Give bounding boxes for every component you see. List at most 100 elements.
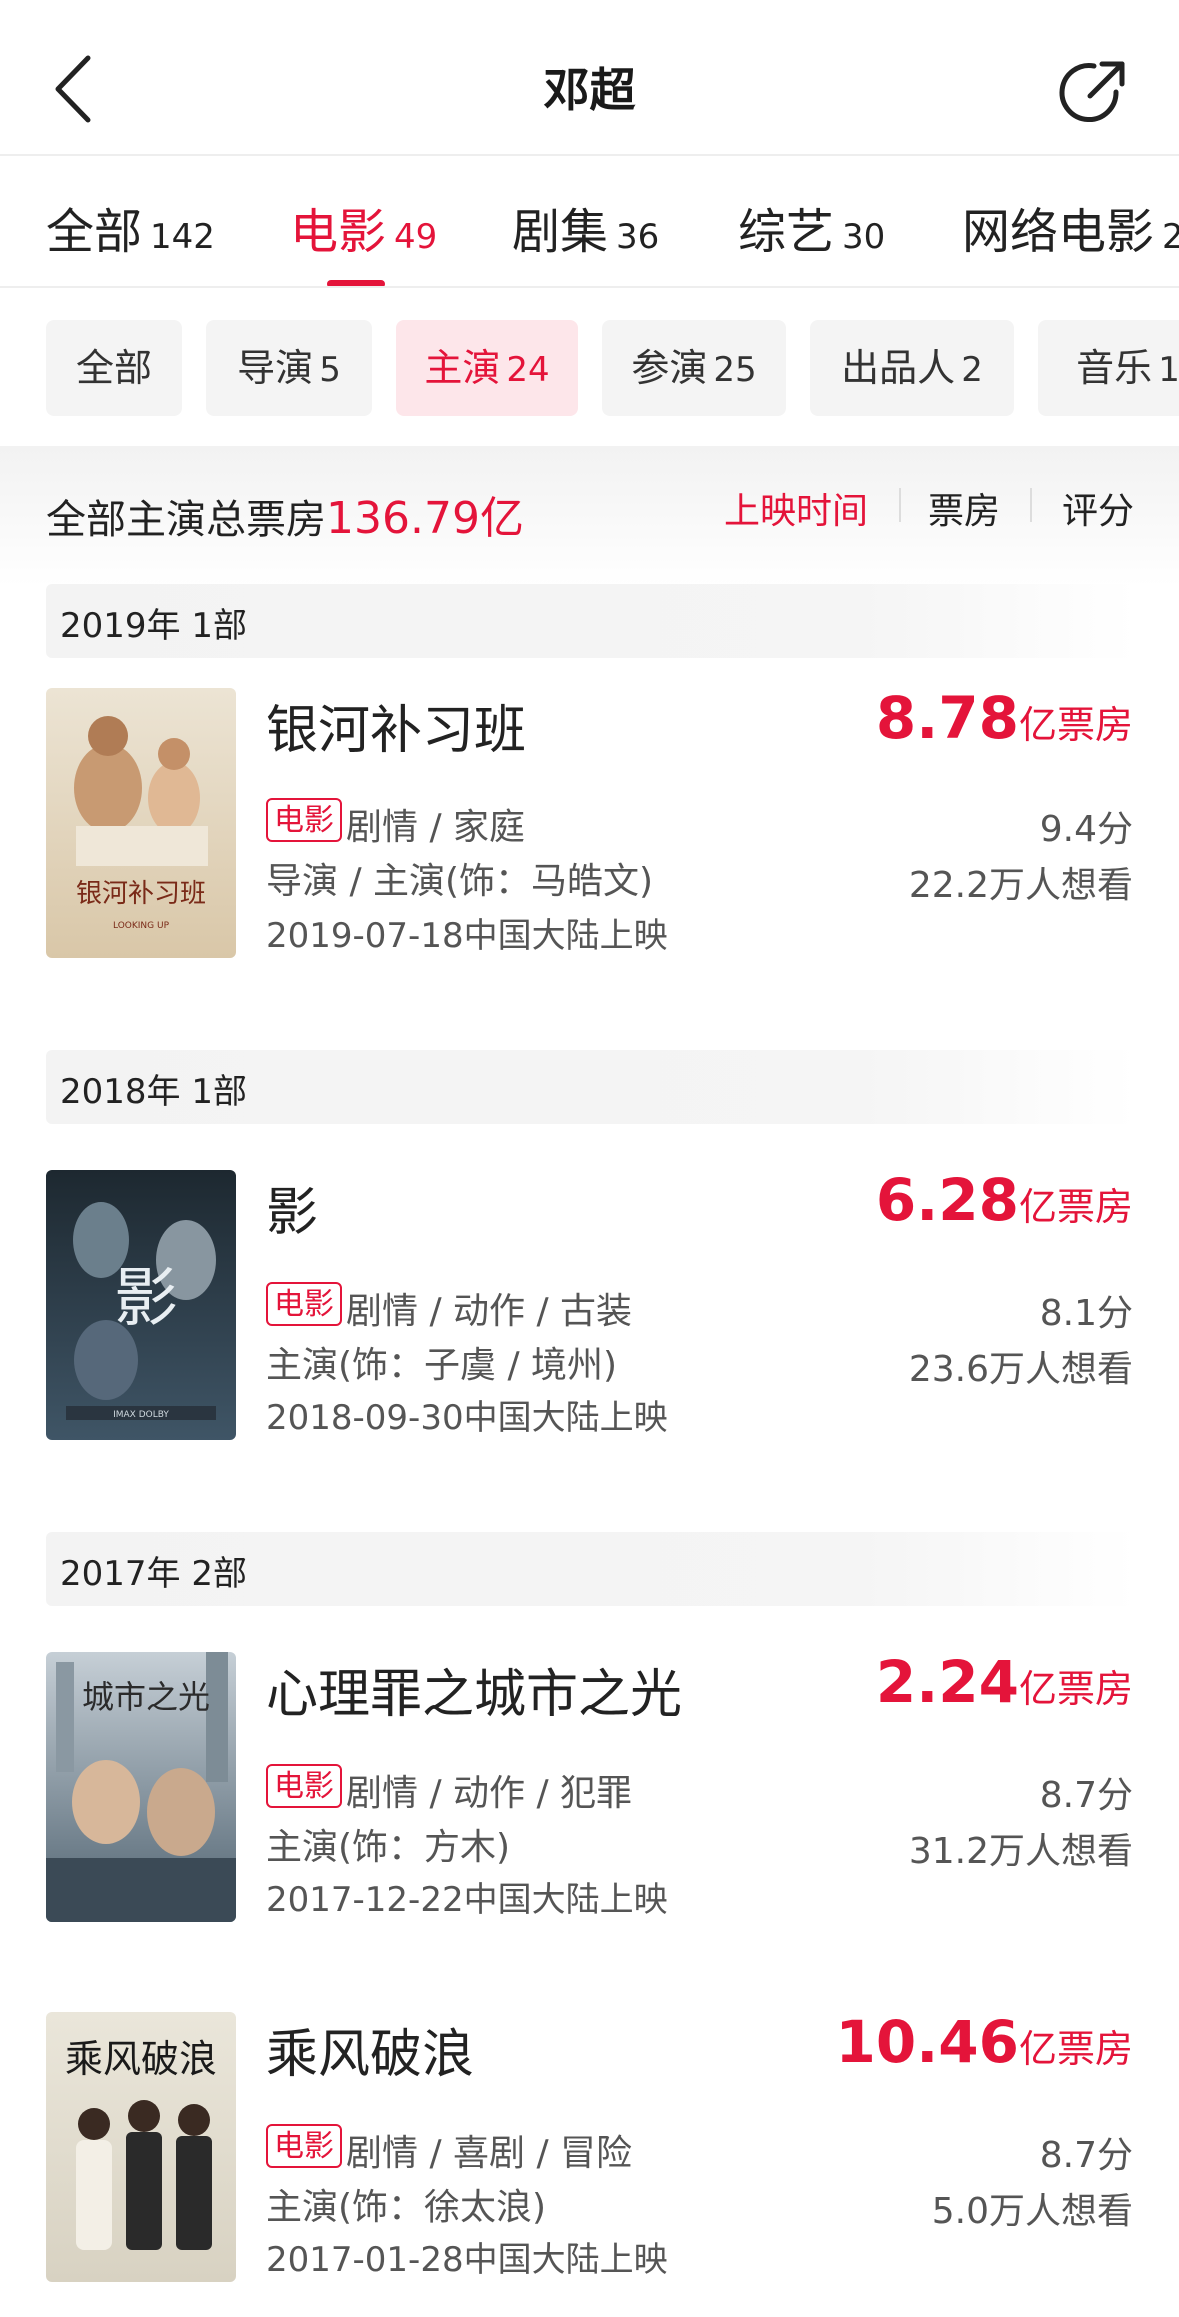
year-label: 2019年 1部 [60,606,247,646]
chip-label: 导演 [237,346,314,390]
role-filter: 全部 导演 5 主演 24 参演 25 出品人 2 音乐 1 [0,288,1179,444]
box-office-unit: 亿票房 [1018,703,1133,747]
sort-box-office[interactable]: 票房 [928,482,1000,534]
chip-count: 24 [506,350,550,390]
chip-count: 1 [1158,350,1179,390]
summary-bar: 全部主演总票房136.79亿 上映时间 票房 评分 [0,446,1179,586]
movie-genre: 剧情 / 动作 / 古装 [346,1291,633,1332]
movie-poster[interactable]: 银河补习班 LOOKING UP [46,688,236,958]
poster-title: 城市之光 [82,1678,210,1716]
box-office-value: 6.28 [875,1166,1019,1234]
movie-type-tag: 电影 [266,798,342,842]
poster-art: 城市之光 [46,1652,236,1922]
header: 邓超 [0,0,1179,156]
tab-movie[interactable]: 电影 49 [290,192,437,262]
year-header: 2017年 2部 [46,1532,1136,1606]
total-box-office-value: 136.79亿 [326,493,524,544]
movie-title[interactable]: 影 [266,1170,318,1245]
movie-box-office: 8.78亿票房 [876,684,1133,752]
tab-web-movie[interactable]: 网络电影2 [962,192,1179,262]
movie-box-office: 6.28亿票房 [876,1166,1133,1234]
poster-title: 影 [114,1262,178,1336]
sort-divider [899,488,901,522]
chip-lead-actor[interactable]: 主演 24 [396,320,578,416]
total-box-office-label: 全部主演总票房 [46,497,326,543]
chip-all[interactable]: 全部 [46,320,182,416]
movie-box-office: 10.46亿票房 [836,2008,1133,2076]
movie-title[interactable]: 银河补习班 [266,688,526,763]
movie-title[interactable]: 乘风破浪 [266,2012,474,2087]
chip-label: 出品人 [841,346,956,390]
chip-supporting[interactable]: 参演 25 [602,320,786,416]
movie-poster[interactable]: 城市之光 [46,1652,236,1922]
chip-label: 参演 [631,346,708,390]
movie-genre: 剧情 / 家庭 [346,807,526,848]
movie-score: 8.1分 [1039,1293,1133,1334]
chip-label: 主演 [424,346,501,390]
year-header: 2018年 1部 [46,1050,1136,1124]
movie-role: 主演(饰：子虞 / 境州) [266,1345,618,1386]
year-label: 2017年 2部 [60,1554,247,1594]
sort-divider [1030,488,1032,522]
movie-release-date: 2018-09-30中国大陆上映 [266,1398,668,1438]
chip-music[interactable]: 音乐 1 [1038,320,1179,416]
chip-count: 2 [961,350,983,390]
movie-score: 8.7分 [1039,1775,1133,1816]
box-office-value: 2.24 [875,1648,1019,1716]
tab-count: 142 [150,217,215,257]
movie-poster[interactable]: 乘风破浪 [46,2012,236,2282]
movie-want-count: 22.2万人想看 [908,865,1133,906]
box-office-value: 8.78 [875,684,1019,752]
movie-role: 主演(饰：徐太浪) [266,2187,547,2228]
poster-art: 乘风破浪 [65,2037,217,2250]
box-office-value: 10.46 [835,2008,1019,2076]
movie-type-tag: 电影 [266,2124,342,2168]
poster-subtitle: IMAX DOLBY [113,1410,169,1420]
movie-genre: 剧情 / 动作 / 犯罪 [346,1773,633,1814]
chip-count: 25 [713,350,757,390]
movie-release-date: 2019-07-18中国大陆上映 [266,916,668,956]
movie-poster[interactable]: 影 IMAX DOLBY [46,1170,236,1440]
chip-label: 音乐 [1076,346,1153,390]
poster-subtitle: LOOKING UP [113,921,170,931]
movie-title[interactable]: 心理罪之城市之光 [266,1652,682,1727]
share-icon[interactable] [1058,58,1128,128]
sort-rating[interactable]: 评分 [1062,482,1134,534]
category-tabs: 全部142 电影49 剧集36 综艺30 网络电影2 [0,156,1179,288]
movie-score: 8.7分 [1039,2135,1133,2176]
box-office-unit: 亿票房 [1018,1185,1133,1229]
tab-count: 30 [842,217,886,257]
box-office-unit: 亿票房 [1018,1667,1133,1711]
movie-type-tag: 电影 [266,1764,342,1808]
active-tab-indicator [327,280,385,286]
movie-want-count: 31.2万人想看 [908,1831,1133,1872]
movie-role: 主演(饰：方木) [266,1827,511,1868]
tab-label: 剧集 [512,204,609,260]
tab-series[interactable]: 剧集 36 [512,192,659,262]
movie-want-count: 23.6万人想看 [908,1349,1133,1390]
tab-variety[interactable]: 综艺 30 [738,192,885,262]
year-label: 2018年 1部 [60,1072,247,1112]
chip-count: 5 [319,350,341,390]
chip-director[interactable]: 导演 5 [206,320,372,416]
poster-art: 影 IMAX DOLBY [66,1202,216,1420]
movie-role: 导演 / 主演(饰：马皓文) [266,861,654,902]
tab-all[interactable]: 全部 142 [46,192,215,262]
total-box-office: 全部主演总票房136.79亿 [46,482,524,546]
tab-label: 电影 [290,204,387,260]
chip-producer[interactable]: 出品人 2 [810,320,1014,416]
poster-art: 银河补习班 LOOKING UP [74,716,208,931]
tab-label: 综艺 [738,204,835,260]
sort-release-time[interactable]: 上映时间 [724,482,868,534]
tab-label: 网络电影 [962,204,1155,260]
tab-count: 36 [616,217,660,257]
movie-want-count: 5.0万人想看 [931,2191,1133,2232]
poster-title: 银河补习班 [76,879,206,909]
chip-label: 全部 [75,346,152,390]
poster-title: 乘风破浪 [65,2037,217,2081]
movie-type-tag: 电影 [266,1282,342,1326]
movie-release-date: 2017-01-28中国大陆上映 [266,2240,668,2280]
page-title: 邓超 [543,63,636,117]
movie-box-office: 2.24亿票房 [876,1648,1133,1716]
movie-release-date: 2017-12-22中国大陆上映 [266,1880,668,1920]
